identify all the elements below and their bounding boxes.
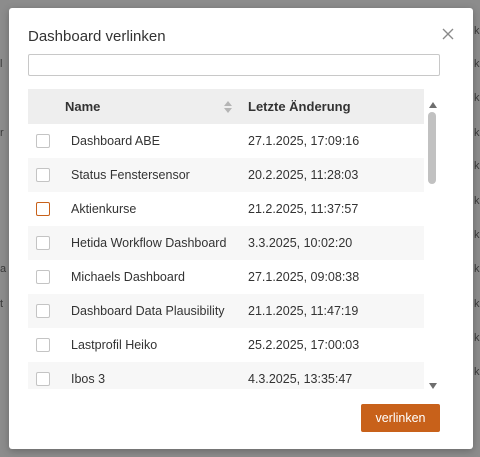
row-checkbox[interactable] [36,236,50,250]
background-text: t [0,298,4,310]
column-header-name[interactable]: Name [65,99,100,114]
sort-icon[interactable] [223,100,233,114]
dashboard-name: Dashboard ABE [71,134,160,148]
row-checkbox[interactable] [36,270,50,284]
background-text: a [0,263,7,275]
background-text: ki [474,298,480,310]
close-button[interactable] [440,26,456,42]
column-header-last-change[interactable]: Letzte Änderung [248,99,351,114]
background-text: ki [474,229,480,241]
table-row[interactable]: Dashboard ABE 27.1.2025, 17:09:16 [28,124,424,158]
dashboard-name: Lastprofil Heiko [71,338,158,352]
last-change-date: 27.1.2025, 17:09:16 [248,134,360,148]
table-row[interactable]: Aktienkurse 21.2.2025, 11:37:57 [28,192,424,226]
background-text: l [0,58,3,70]
background-text: ki [474,366,480,378]
dashboard-name: Ibos 3 [71,372,106,386]
background-text: ki [474,195,480,207]
last-change-date: 4.3.2025, 13:35:47 [248,372,353,386]
link-dashboard-dialog: Dashboard verlinken Name Letzte Änderung… [9,8,473,449]
dashboard-name: Hetida Workflow Dashboard [71,236,227,250]
background-text: ki [474,25,480,37]
dashboard-name: Michaels Dashboard [71,270,185,284]
row-checkbox[interactable] [36,338,50,352]
background-text: ki [474,160,480,172]
background-text: ki [474,127,480,139]
background-text: ki [474,92,480,104]
last-change-date: 25.2.2025, 17:00:03 [248,338,360,352]
background-text: r [0,127,4,139]
search-input[interactable] [28,54,440,76]
last-change-date: 20.2.2025, 11:28:03 [248,168,359,182]
scroll-down-arrow-icon[interactable] [428,377,438,389]
row-checkbox[interactable] [36,372,50,386]
dashboard-name: Aktienkurse [71,202,137,216]
scroll-up-arrow-icon[interactable] [428,96,438,108]
last-change-date: 21.2.2025, 11:37:57 [248,202,359,216]
last-change-date: 21.1.2025, 11:47:19 [248,304,359,318]
background-text: ki [474,263,480,275]
table-header: Name Letzte Änderung [28,89,424,124]
table-row[interactable]: Ibos 3 4.3.2025, 13:35:47 [28,362,424,389]
table-row[interactable]: Lastprofil Heiko 25.2.2025, 17:00:03 [28,328,424,362]
row-checkbox[interactable] [36,168,50,182]
row-checkbox[interactable] [36,202,50,216]
dashboard-name: Dashboard Data Plausibility [71,304,225,318]
last-change-date: 3.3.2025, 10:02:20 [248,236,353,250]
table-row[interactable]: Hetida Workflow Dashboard 3.3.2025, 10:0… [28,226,424,260]
dashboard-table: Name Letzte Änderung Dashboard ABE 27.1.… [28,89,424,389]
table-scrollbar[interactable] [425,94,441,389]
table-row[interactable]: Dashboard Data Plausibility 21.1.2025, 1… [28,294,424,328]
scrollbar-thumb[interactable] [428,112,436,184]
dashboard-name: Status Fenstersensor [71,168,190,182]
background-text: ki [474,58,480,70]
close-icon [442,28,454,40]
last-change-date: 27.1.2025, 09:08:38 [248,270,360,284]
dialog-title: Dashboard verlinken [28,28,166,45]
row-checkbox[interactable] [36,304,50,318]
background-text: ki [474,332,480,344]
table-row[interactable]: Status Fenstersensor 20.2.2025, 11:28:03 [28,158,424,192]
row-checkbox[interactable] [36,134,50,148]
table-row[interactable]: Michaels Dashboard 27.1.2025, 09:08:38 [28,260,424,294]
link-button[interactable]: verlinken [361,404,440,432]
